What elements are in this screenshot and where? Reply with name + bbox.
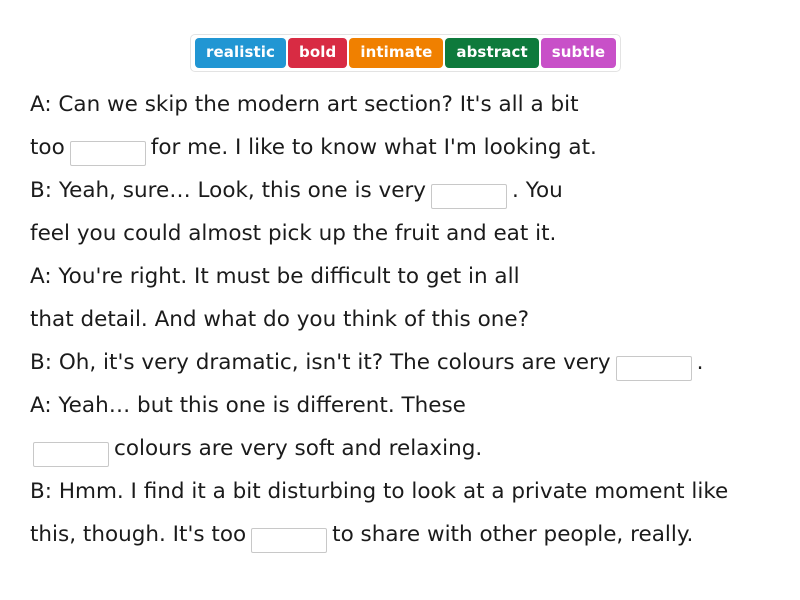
gap-fill-input[interactable] xyxy=(431,183,508,209)
dialogue-line: B: Hmm. I find it a bit disturbing to lo… xyxy=(30,470,776,513)
gap-fill-input[interactable] xyxy=(615,355,692,381)
word-chip-subtle[interactable]: subtle xyxy=(540,38,617,68)
word-bank-container: realistic bold intimate abstract subtle xyxy=(190,34,622,72)
dialogue-line: A: Can we skip the modern art section? I… xyxy=(30,83,776,126)
dialogue-line: too for me. I like to know what I'm looki… xyxy=(30,126,776,169)
gap-fill-input[interactable] xyxy=(251,527,328,553)
dialogue-text-segment: B: Hmm. I find it a bit disturbing to lo… xyxy=(30,479,729,504)
dialogue-line: feel you could almost pick up the fruit … xyxy=(30,212,776,255)
word-chip-intimate[interactable]: intimate xyxy=(349,38,444,68)
word-chip-realistic[interactable]: realistic xyxy=(195,38,287,68)
dialogue-text-segment: A: Yeah… but this one is different. Thes… xyxy=(30,393,466,418)
dialogue-text-segment: that detail. And what do you think of th… xyxy=(30,307,530,332)
dialogue-text-segment: B: Oh, it's very dramatic, isn't it? The… xyxy=(30,350,611,375)
dialogue-text-segment: A: Can we skip the modern art section? I… xyxy=(30,92,579,117)
dialogue-text-segment: B: Yeah, sure… Look, this one is very xyxy=(30,178,427,203)
dialogue-text-segment: too xyxy=(30,135,65,160)
dialogue-line: that detail. And what do you think of th… xyxy=(30,298,776,341)
dialogue-line: B: Oh, it's very dramatic, isn't it? The… xyxy=(30,341,776,384)
word-chip-abstract[interactable]: abstract xyxy=(445,38,539,68)
dialogue-line: this, though. It's too to share with othe… xyxy=(30,513,776,556)
dialogue-text-segment: to share with other people, really. xyxy=(332,522,694,547)
dialogue-line: A: You're right. It must be difficult to… xyxy=(30,255,776,298)
dialogue-line: A: Yeah… but this one is different. Thes… xyxy=(30,384,776,427)
dialogue-text-segment: A: You're right. It must be difficult to… xyxy=(30,264,520,289)
dialogue-text-segment: colours are very soft and relaxing. xyxy=(114,436,483,461)
gap-fill-input[interactable] xyxy=(69,140,146,166)
word-bank: realistic bold intimate abstract subtle xyxy=(190,34,622,72)
gap-fill-input[interactable] xyxy=(33,441,109,467)
dialogue-text-segment: . xyxy=(696,350,704,375)
dialogue-text-segment: this, though. It's too xyxy=(30,522,247,547)
dialogue-text-segment: for me. I like to know what I'm looking … xyxy=(150,135,597,160)
dialogue-line: B: Yeah, sure… Look, this one is very . Y… xyxy=(30,169,776,212)
dialogue-text-segment: feel you could almost pick up the fruit … xyxy=(30,221,557,246)
dialogue-text: A: Can we skip the modern art section? I… xyxy=(30,83,776,556)
word-chip-bold[interactable]: bold xyxy=(288,38,348,68)
dialogue-line: colours are very soft and relaxing. xyxy=(30,427,776,470)
dialogue-text-segment: . You xyxy=(512,178,563,203)
